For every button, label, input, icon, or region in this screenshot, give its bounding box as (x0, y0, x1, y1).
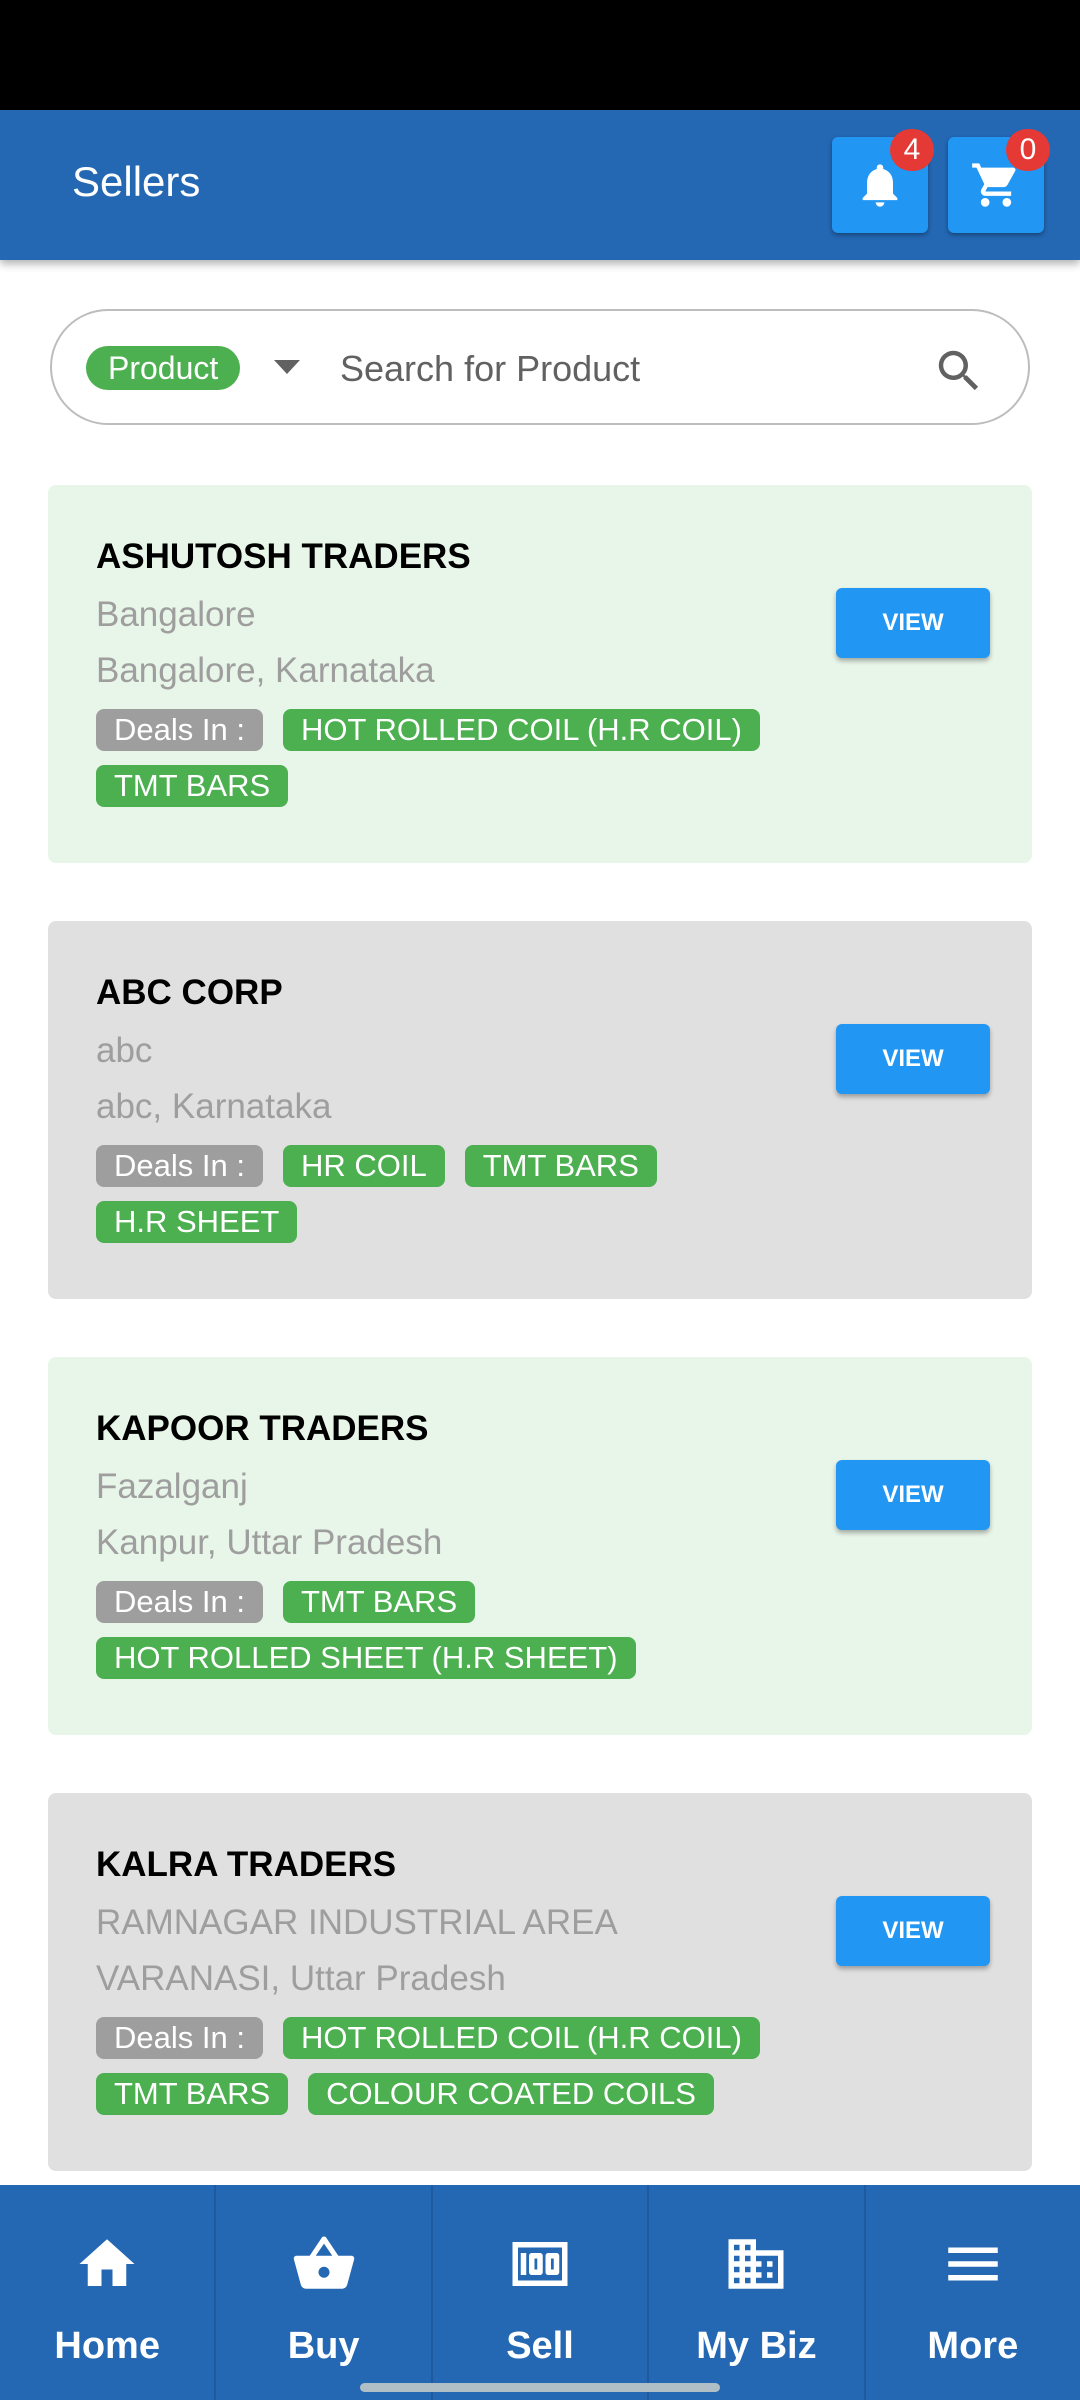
view-button[interactable]: VIEW (836, 1460, 990, 1530)
nav-label: Sell (506, 2325, 574, 2367)
menu-icon (948, 2247, 998, 2281)
search-input[interactable] (338, 333, 902, 405)
product-chip: HOT ROLLED COIL (H.R COIL) (282, 709, 760, 751)
seller-location: abc, Karnataka (96, 1087, 332, 1126)
seller-name: ABC CORP (96, 973, 283, 1012)
deals-in-list: Deals In : HR COIL TMT BARS H.R SHEET (96, 1145, 816, 1243)
seller-area: RAMNAGAR INDUSTRIAL AREA (96, 1903, 618, 1942)
product-chip: TMT BARS (282, 1581, 476, 1623)
seller-name: KALRA TRADERS (96, 1845, 397, 1884)
product-chip: HOT ROLLED SHEET (H.R SHEET) (96, 1637, 636, 1679)
money-icon (512, 2242, 568, 2286)
seller-card: KAPOOR TRADERS Fazalganj Kanpur, Uttar P… (48, 1357, 1032, 1735)
deals-in-list: Deals In : HOT ROLLED COIL (H.R COIL) TM… (96, 709, 816, 807)
seller-name: KAPOOR TRADERS (96, 1409, 429, 1448)
nav-item-more[interactable]: More (866, 2185, 1080, 2400)
deals-in-label: Deals In : (96, 1581, 263, 1623)
seller-location: Bangalore, Karnataka (96, 651, 435, 690)
product-chip: COLOUR COATED COILS (308, 2073, 714, 2115)
search-filter-chip[interactable]: Product (86, 346, 241, 390)
bottom-navigation: Home Buy Sell My Biz More (0, 2185, 1080, 2400)
deals-in-list: Deals In : HOT ROLLED COIL (H.R COIL) TM… (96, 2017, 816, 2115)
nav-label: More (927, 2325, 1019, 2367)
product-chip: TMT BARS (96, 2073, 289, 2115)
seller-name: ASHUTOSH TRADERS (96, 537, 471, 576)
dropdown-arrow-icon[interactable] (272, 358, 302, 376)
nav-item-home[interactable]: Home (0, 2185, 217, 2400)
deals-in-label: Deals In : (96, 1145, 263, 1187)
view-button[interactable]: VIEW (836, 1896, 990, 1966)
view-button[interactable]: VIEW (836, 588, 990, 658)
seller-area: abc (96, 1031, 153, 1070)
deals-in-list: Deals In : TMT BARS HOT ROLLED SHEET (H.… (96, 1581, 816, 1679)
home-indicator[interactable] (360, 2383, 720, 2392)
notifications-button[interactable]: 4 (832, 129, 934, 233)
deals-in-label: Deals In : (96, 709, 263, 751)
page-title: Sellers (72, 158, 201, 205)
nav-label: Buy (287, 2325, 360, 2367)
seller-card: ASHUTOSH TRADERS Bangalore Bangalore, Ka… (48, 485, 1032, 863)
product-chip: TMT BARS (464, 1145, 657, 1187)
nav-item-sell[interactable]: Sell (433, 2185, 650, 2400)
nav-item-buy[interactable]: Buy (216, 2185, 433, 2400)
search-bar: Product (50, 309, 1030, 425)
product-chip: HR COIL (282, 1145, 445, 1187)
app-bar: Sellers 4 0 (0, 110, 1080, 260)
seller-card: ABC CORP abc abc, Karnataka Deals In : H… (48, 921, 1032, 1299)
cart-button[interactable]: 0 (948, 129, 1050, 233)
product-chip: H.R SHEET (96, 1201, 298, 1243)
cart-badge: 0 (1006, 129, 1050, 171)
status-bar (0, 0, 1080, 110)
deals-in-label: Deals In : (96, 2017, 263, 2059)
view-button[interactable]: VIEW (836, 1024, 990, 1094)
product-chip: TMT BARS (96, 765, 289, 807)
seller-location: Kanpur, Uttar Pradesh (96, 1523, 443, 1562)
seller-location: VARANASI, Uttar Pradesh (96, 1959, 506, 1998)
nav-item-my-biz[interactable]: My Biz (649, 2185, 866, 2400)
basket-icon (293, 2236, 354, 2289)
building-icon (728, 2239, 784, 2289)
product-chip: HOT ROLLED COIL (H.R COIL) (282, 2017, 760, 2059)
nav-label: My Biz (696, 2325, 817, 2367)
seller-card: KALRA TRADERS RAMNAGAR INDUSTRIAL AREA V… (48, 1793, 1032, 2171)
search-icon[interactable] (932, 344, 986, 398)
seller-area: Bangalore (96, 595, 256, 634)
notifications-badge: 4 (890, 129, 934, 171)
home-icon (79, 2239, 135, 2286)
seller-area: Fazalganj (96, 1467, 248, 1506)
nav-label: Home (54, 2325, 160, 2367)
